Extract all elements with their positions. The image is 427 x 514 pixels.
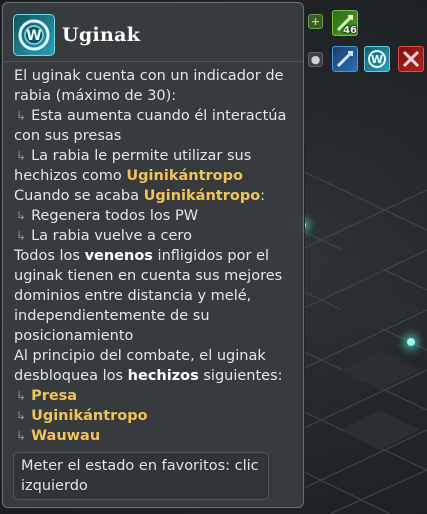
tooltip-line: ↳ Uginikántropo — [14, 406, 298, 426]
line-text: Todos los — [14, 248, 85, 264]
plus-icon[interactable]: + — [308, 14, 323, 29]
tooltip-line: hechizos como Uginikántropo — [14, 166, 298, 186]
glow-marker — [407, 338, 415, 346]
tooltip-line: ↳ Regenera todos los PW — [14, 206, 298, 226]
state-tooltip: W Uginak El uginak cuenta con un indicad… — [2, 2, 304, 508]
divider — [3, 61, 303, 62]
tooltip-body: El uginak cuenta con un indicador de rabi… — [14, 66, 298, 446]
tooltip-line: ↳ Presa — [14, 386, 298, 406]
line-text: Esta aumenta cuando él interactúa — [31, 108, 287, 124]
highlight-term: Uginikántropo — [126, 168, 243, 184]
sub-arrow-icon: ↳ — [16, 429, 27, 443]
tooltip-line: El uginak cuenta con un indicador de — [14, 66, 298, 86]
highlight-term: hechizos — [127, 368, 199, 384]
tooltip-line: posicionamiento — [14, 326, 298, 346]
wauwau-icon[interactable]: W — [364, 46, 390, 72]
tooltip-line: dominios entre distancia y melé, — [14, 286, 298, 306]
line-text: rabia (máximo de 30): — [14, 88, 177, 104]
spell-name: Uginikántropo — [31, 408, 148, 424]
line-text: Regenera todos los PW — [31, 208, 199, 224]
tooltip-line: ↳ La rabia vuelve a cero — [14, 226, 298, 246]
buff-bar: + ● W — [306, 8, 427, 78]
tooltip-line: independientemente de su — [14, 306, 298, 326]
line-text: La rabia le permite utilizar sus — [31, 148, 252, 164]
highlight-term: venenos — [84, 248, 153, 264]
line-text: desbloquea los — [14, 368, 128, 384]
buff-count: 46 — [343, 25, 357, 36]
tooltip-header: W Uginak — [11, 11, 297, 59]
uginak-icon: W — [13, 14, 55, 56]
highlight-term: Uginikántropo — [143, 188, 261, 204]
sword-blue-icon[interactable] — [332, 46, 358, 72]
line-text: Cuando se acaba — [14, 188, 144, 204]
tooltip-line: ↳ La rabia le permite utilizar sus — [14, 146, 298, 166]
line-text: siguientes: — [198, 368, 283, 384]
tooltip-line: ↳ Wauwau — [14, 426, 298, 446]
line-text: dominios entre distancia y melé, — [14, 288, 252, 304]
tooltip-line: desbloquea los hechizos siguientes: — [14, 366, 298, 386]
line-text: posicionamiento — [14, 328, 134, 344]
tooltip-line: Todos los venenos infligidos por el — [14, 246, 298, 266]
tooltip-line: uginak tienen en cuenta sus mejores — [14, 266, 298, 286]
tooltip-title: Uginak — [62, 24, 141, 46]
tooltip-line: con sus presas — [14, 126, 298, 146]
tooltip-line: Al principio del combate, el uginak — [14, 346, 298, 366]
svg-text:W: W — [26, 28, 41, 44]
favorite-hint: Meter el estado en favoritos: clic izqui… — [13, 452, 269, 500]
sub-arrow-icon: ↳ — [16, 389, 27, 403]
line-text: infligidos por el — [152, 248, 269, 264]
line-text: independientemente de su — [14, 308, 210, 324]
tooltip-line: ↳ Esta aumenta cuando él interactúa — [14, 106, 298, 126]
line-text: El uginak cuenta con un indicador de — [14, 68, 284, 84]
spell-name: Wauwau — [31, 428, 101, 444]
cross-swords-icon[interactable] — [398, 46, 424, 72]
line-text: con sus presas — [14, 128, 122, 144]
sub-arrow-icon: ↳ — [16, 149, 27, 163]
sub-arrow-icon: ↳ — [16, 109, 27, 123]
tooltip-line: Cuando se acaba Uginikántropo: — [14, 186, 298, 206]
tooltip-line: rabia (máximo de 30): — [14, 86, 298, 106]
line-text: Al principio del combate, el uginak — [14, 348, 266, 364]
line-text: La rabia vuelve a cero — [31, 228, 192, 244]
sub-arrow-icon: ↳ — [16, 229, 27, 243]
line-text: uginak tienen en cuenta sus mejores — [14, 268, 283, 284]
sub-arrow-icon: ↳ — [16, 209, 27, 223]
svg-text:W: W — [371, 53, 383, 66]
circle-icon[interactable]: ● — [308, 52, 323, 67]
sub-arrow-icon: ↳ — [16, 409, 27, 423]
spell-name: Presa — [31, 388, 78, 404]
line-text: hechizos como — [14, 168, 127, 184]
line-text: : — [260, 188, 266, 204]
